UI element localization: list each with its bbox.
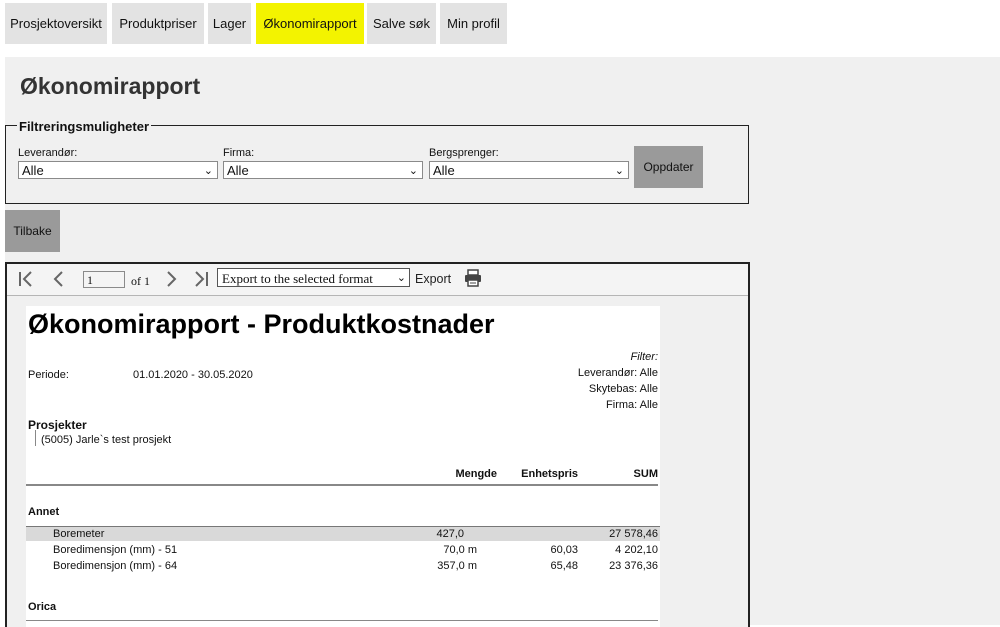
group-name: Orica <box>28 601 57 613</box>
report-area: Økonomirapport - Produktkostnader Period… <box>7 296 748 627</box>
header-rule <box>26 484 658 486</box>
table-row-name: Boredimensjon (mm) - 51 <box>53 544 178 556</box>
table-row-sum: 27 578,46 <box>609 528 658 540</box>
supplier-label: Leverandør: <box>18 147 78 159</box>
table-row-name: Boremeter <box>53 528 105 540</box>
tab-okonomirapport[interactable]: Økonomirapport <box>256 3 364 44</box>
supplier-select[interactable]: Alle ⌄ <box>18 161 218 179</box>
col-header-qty: Mengde <box>455 468 497 480</box>
table-row-unit-price: 60,03 <box>550 544 578 556</box>
period-value: 01.01.2020 - 30.05.2020 <box>133 369 253 381</box>
print-icon[interactable] <box>463 269 483 287</box>
col-header-sum: SUM <box>633 468 658 480</box>
main-panel: Økonomirapport Filtreringsmuligheter Lev… <box>5 57 1000 627</box>
table-row-highlight <box>26 526 660 541</box>
top-nav: Prosjektoversikt Produktpriser Lager Øko… <box>0 0 1000 46</box>
first-page-icon[interactable] <box>17 270 37 288</box>
report-title: Økonomirapport - Produktkostnader <box>28 309 495 339</box>
table-row-sum: 23 376,36 <box>609 560 658 572</box>
page-number-input[interactable]: 1 <box>83 271 125 288</box>
last-page-icon[interactable] <box>191 270 211 288</box>
export-format-value: Export to the selected format <box>222 271 373 286</box>
filter-line: Leverandør: Alle <box>577 367 658 379</box>
project-item-marker <box>35 430 36 446</box>
filter-heading: Filter: <box>630 351 659 363</box>
blaster-label: Bergsprenger: <box>429 147 499 159</box>
table-row-sum: 4 202,10 <box>615 544 658 556</box>
table-row-qty: 357,0 m <box>437 560 477 572</box>
page-title: Økonomirapport <box>20 73 201 99</box>
group-name: Annet <box>28 506 60 518</box>
chevron-down-icon: ⌄ <box>614 165 624 177</box>
group-rule <box>26 620 658 621</box>
chevron-down-icon: ⌄ <box>396 272 406 284</box>
table-row-qty: 427,0 <box>436 528 464 540</box>
next-page-icon[interactable] <box>161 270 181 288</box>
export-format-select[interactable]: Export to the selected format ⌄ <box>217 268 410 287</box>
blaster-select[interactable]: Alle ⌄ <box>429 161 629 179</box>
prev-page-icon[interactable] <box>49 270 69 288</box>
chevron-down-icon: ⌄ <box>203 165 213 177</box>
viewer-toolbar: 1 of 1 Export to the selected format ⌄ E… <box>7 264 748 296</box>
filter-legend: Filtreringsmuligheter <box>17 119 152 134</box>
tab-prosjektoversikt[interactable]: Prosjektoversikt <box>5 3 107 44</box>
table-row-unit-price: 65,48 <box>550 560 578 572</box>
tab-lager[interactable]: Lager <box>208 3 251 44</box>
filter-box: Filtreringsmuligheter Leverandør: Alle ⌄… <box>5 119 749 204</box>
tab-salve-sok[interactable]: Salve søk <box>367 3 436 44</box>
projects-heading: Prosjekter <box>28 418 87 432</box>
filter-line: Skytebas: Alle <box>588 383 658 395</box>
chevron-down-icon: ⌄ <box>408 165 418 177</box>
export-button[interactable]: Export <box>415 272 451 286</box>
page-count-text: of 1 <box>131 274 150 288</box>
tab-min-profil[interactable]: Min profil <box>440 3 507 44</box>
company-select-value: Alle <box>227 163 249 178</box>
blaster-select-value: Alle <box>433 163 455 178</box>
filter-line: Firma: Alle <box>606 399 658 411</box>
table-row-name: Boredimensjon (mm) - 64 <box>53 560 178 572</box>
supplier-select-value: Alle <box>22 163 44 178</box>
company-label: Firma: <box>223 147 255 159</box>
project-item: (5005) Jarle`s test prosjekt <box>41 434 172 446</box>
report-page: Økonomirapport - Produktkostnader Period… <box>26 306 660 627</box>
update-button[interactable]: Oppdater <box>634 146 703 188</box>
period-label: Periode: <box>28 369 69 381</box>
report-viewer: 1 of 1 Export to the selected format ⌄ E… <box>5 262 750 627</box>
tab-produktpriser[interactable]: Produktpriser <box>112 3 204 44</box>
back-button[interactable]: Tilbake <box>5 210 60 252</box>
table-row-qty: 70,0 m <box>443 544 477 556</box>
col-header-unit-price: Enhetspris <box>521 468 578 480</box>
company-select[interactable]: Alle ⌄ <box>223 161 423 179</box>
